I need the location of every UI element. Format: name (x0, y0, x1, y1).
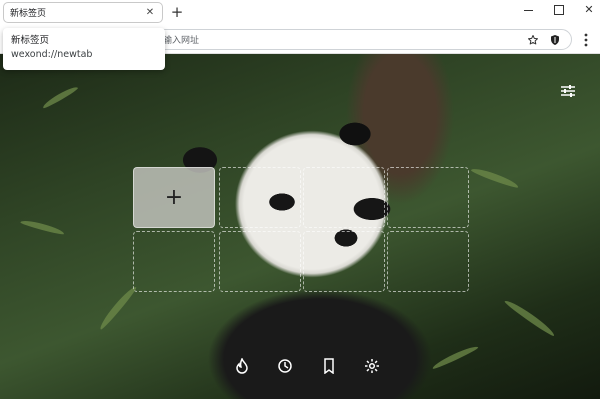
add-shortcut-button[interactable]: + (133, 167, 215, 228)
new-tab-button[interactable]: + (168, 3, 186, 21)
bookmark-icon[interactable] (319, 356, 339, 376)
shortcut-slot (303, 167, 385, 228)
gear-icon[interactable] (362, 356, 382, 376)
tab-title: 新标签页 (10, 9, 47, 19)
newtab-page: + (0, 54, 600, 399)
tab-strip: 新标签页 ✕ + ✕ (0, 0, 600, 26)
shortcut-slot (303, 231, 385, 292)
tab-newtab[interactable]: 新标签页 ✕ (3, 2, 163, 23)
shortcut-slot (219, 167, 301, 228)
shortcut-slot (219, 231, 301, 292)
tab-tooltip: 新标签页 wexond://newtab (3, 28, 165, 70)
close-icon[interactable]: ✕ (144, 7, 156, 19)
minimize-button[interactable] (519, 3, 537, 17)
bottom-dock (232, 354, 382, 378)
more-vertical-icon[interactable] (579, 30, 593, 50)
plus-icon: + (164, 185, 184, 210)
tooltip-url: wexond://newtab (11, 49, 93, 60)
shortcut-slot (133, 231, 215, 292)
customize-sliders-icon[interactable] (559, 82, 577, 100)
star-icon[interactable] (525, 32, 541, 48)
shortcut-slot (387, 167, 469, 228)
address-input[interactable]: 输入网址 (163, 33, 519, 46)
shield-icon[interactable] (547, 32, 563, 48)
tooltip-title: 新标签页 (11, 35, 50, 46)
maximize-button[interactable] (550, 3, 568, 17)
address-bar[interactable]: 输入网址 (140, 29, 572, 50)
flame-icon[interactable] (232, 356, 252, 376)
history-icon[interactable] (275, 356, 295, 376)
close-window-button[interactable]: ✕ (580, 3, 598, 17)
shortcut-slot (387, 231, 469, 292)
